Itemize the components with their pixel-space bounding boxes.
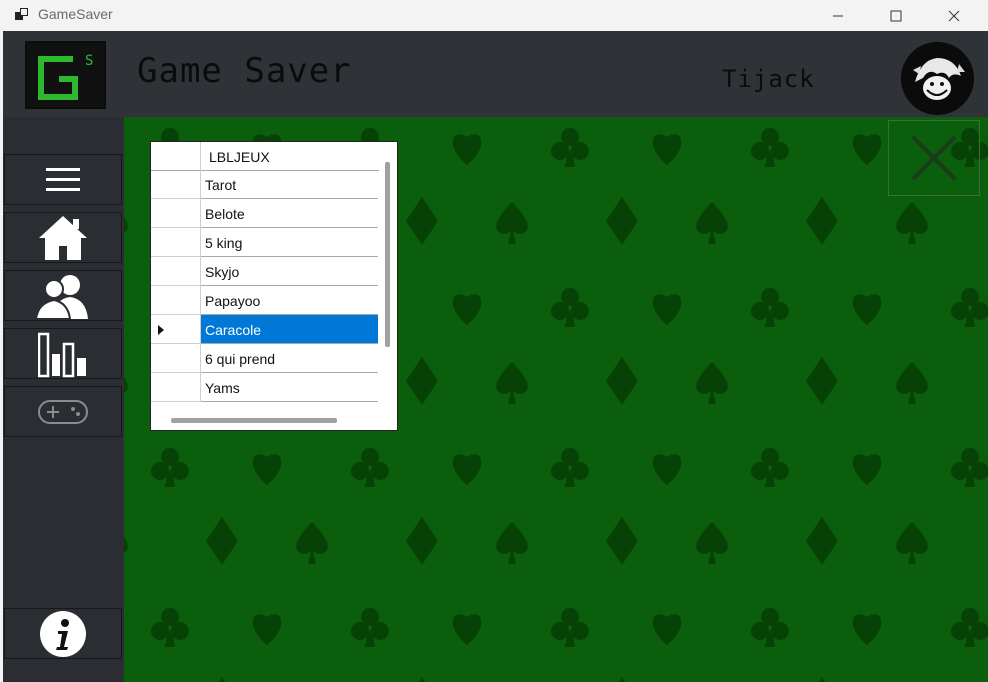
svg-text:S: S: [85, 53, 93, 69]
game-name-cell[interactable]: Yams: [201, 373, 378, 402]
bar-chart-icon: [38, 332, 86, 377]
stats-button[interactable]: [4, 328, 122, 379]
info-icon: [40, 610, 86, 657]
table-row[interactable]: Tarot: [151, 170, 379, 199]
row-header-corner: [151, 142, 201, 170]
row-header[interactable]: [151, 344, 201, 373]
game-name-cell[interactable]: 5 king: [201, 228, 378, 257]
game-name-cell[interactable]: Caracole: [201, 315, 378, 344]
minimize-button[interactable]: [808, 0, 868, 31]
games-button[interactable]: [4, 386, 122, 437]
row-header[interactable]: [151, 228, 201, 257]
avatar[interactable]: [901, 42, 974, 115]
app-header: S Game Saver Tijack: [3, 31, 988, 117]
logo-icon: S: [38, 53, 93, 100]
app-title: Game Saver: [137, 51, 352, 91]
table-row[interactable]: 5 king: [151, 228, 379, 257]
row-header[interactable]: [151, 170, 201, 199]
avatar-icon: [901, 42, 973, 114]
home-button[interactable]: [4, 212, 122, 263]
grid-header: LBLJEUX: [151, 142, 379, 171]
table-row[interactable]: Skyjo: [151, 257, 379, 286]
game-name-cell[interactable]: Belote: [201, 199, 378, 228]
close-panel-button[interactable]: [888, 120, 980, 196]
menu-button[interactable]: [4, 154, 122, 205]
user-name: Tijack: [722, 65, 815, 93]
users-icon: [36, 274, 88, 319]
game-name-cell[interactable]: Tarot: [201, 170, 378, 199]
close-window-button[interactable]: [924, 0, 984, 31]
table-row[interactable]: Papayoo: [151, 286, 379, 315]
table-row[interactable]: Caracole: [151, 315, 379, 344]
minimize-icon: [833, 15, 843, 16]
table-row[interactable]: 6 qui prend: [151, 344, 379, 373]
close-icon: [948, 10, 960, 21]
row-header[interactable]: [151, 315, 201, 344]
users-button[interactable]: [4, 270, 122, 321]
row-header[interactable]: [151, 257, 201, 286]
close-x-icon: [911, 135, 957, 181]
game-name-cell[interactable]: Papayoo: [201, 286, 378, 315]
sidebar: [3, 117, 124, 682]
games-grid[interactable]: LBLJEUX Tarot Belote 5 king Skyjo Papayoo Car…: [150, 141, 398, 431]
current-row-marker-icon: [158, 325, 164, 335]
hamburger-icon: [46, 167, 80, 191]
maximize-button[interactable]: [866, 0, 926, 31]
gamepad-icon: [38, 399, 88, 424]
game-name-cell[interactable]: Skyjo: [201, 257, 378, 286]
row-header[interactable]: [151, 199, 201, 228]
table-row[interactable]: Belote: [151, 199, 379, 228]
info-button[interactable]: [4, 608, 122, 659]
main-content: LBLJEUX Tarot Belote 5 king Skyjo Papayoo Car…: [124, 117, 988, 682]
game-name-cell[interactable]: 6 qui prend: [201, 344, 378, 373]
gs-logo: S: [25, 41, 106, 109]
home-icon: [39, 215, 87, 260]
maximize-icon: [890, 10, 902, 21]
column-header-lbljeux[interactable]: LBLJEUX: [209, 149, 270, 165]
app-icon: [15, 8, 28, 20]
horizontal-scrollbar[interactable]: [171, 418, 337, 423]
row-header[interactable]: [151, 286, 201, 315]
table-row[interactable]: Yams: [151, 373, 379, 402]
title-bar: GameSaver: [0, 0, 988, 31]
window-title: GameSaver: [38, 6, 113, 22]
row-header[interactable]: [151, 373, 201, 402]
vertical-scrollbar[interactable]: [385, 162, 390, 347]
